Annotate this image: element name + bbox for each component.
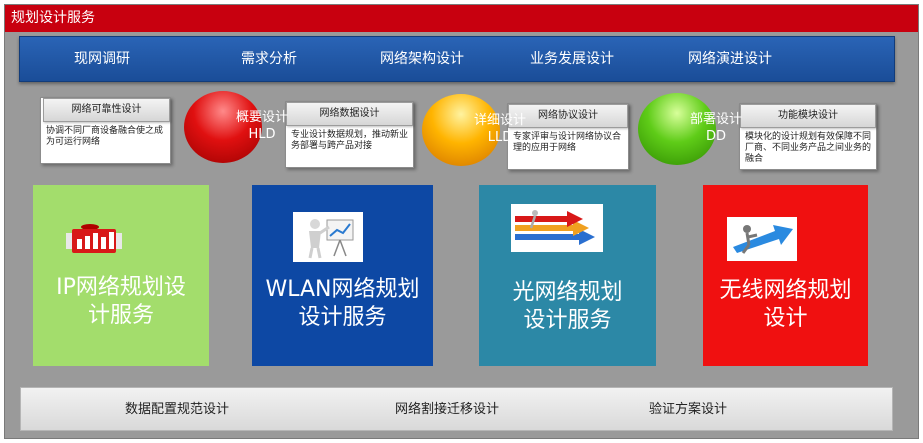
phase-item: 网络架构设计 bbox=[380, 51, 464, 67]
service-title: IP网络规划设 bbox=[56, 275, 186, 300]
bottom-item: 验证方案设计 bbox=[649, 402, 728, 417]
card-desc: 模块化的设计规划有效保障不同厂商、不同业务产品之间业务的融合 bbox=[745, 132, 872, 164]
phase-bar: 现网调研 需求分析 网络架构设计 业务发展设计 网络演进设计 bbox=[19, 36, 895, 82]
service-tile: IP网络规划设 计服务 bbox=[33, 185, 209, 366]
design-phase-orb: 部署设计 DD bbox=[638, 93, 742, 165]
service-title: 设计服务 bbox=[298, 305, 387, 330]
card-title: 网络可靠性设计 bbox=[43, 98, 170, 122]
bottom-item: 网络割接迁移设计 bbox=[395, 402, 500, 417]
bottom-item: 数据配置规范设计 bbox=[125, 402, 230, 417]
service-title: 光网络规划 bbox=[512, 280, 623, 305]
orb-code: LLD bbox=[487, 130, 513, 145]
service-title: WLAN网络规划 bbox=[265, 277, 420, 302]
service-title: 计服务 bbox=[87, 303, 154, 328]
presenter-icon bbox=[293, 212, 363, 262]
bar-chart-icon bbox=[64, 207, 124, 257]
page-title: 规划设计服务 bbox=[5, 5, 918, 32]
orb-label: 概要设计 bbox=[235, 110, 288, 125]
arrow-runner-icon bbox=[727, 217, 797, 261]
orb-label: 部署设计 bbox=[689, 112, 742, 127]
service-title: 设计服务 bbox=[523, 308, 612, 333]
orb-label: 详细设计 bbox=[473, 113, 526, 128]
service-title: 设计 bbox=[763, 306, 808, 331]
phase-item: 现网调研 bbox=[74, 51, 130, 67]
card-title: 功能模块设计 bbox=[740, 104, 876, 128]
orb-code: DD bbox=[705, 129, 727, 144]
service-tile: 无线网络规划 设计 bbox=[703, 185, 868, 366]
phase-item: 网络演进设计 bbox=[688, 51, 772, 67]
phase-item: 业务发展设计 bbox=[530, 51, 614, 67]
design-card: 网络可靠性设计 协调不同厂商设备融合使之成为可运行网络 bbox=[40, 97, 171, 164]
service-title: 无线网络规划 bbox=[719, 278, 852, 303]
design-phase-orb: 详细设计 LLD bbox=[422, 94, 526, 166]
design-card: 功能模块设计 模块化的设计规划有效保障不同厂商、不同业务产品之间业务的融合 bbox=[739, 103, 877, 170]
card-title: 网络数据设计 bbox=[286, 102, 413, 126]
card-desc: 协调不同厂商设备融合使之成为可运行网络 bbox=[46, 126, 164, 147]
arrows-icon bbox=[511, 204, 603, 252]
card-desc: 专业设计数据规划，推动新业务部署与跨产品对接 bbox=[291, 130, 409, 151]
design-card: 网络数据设计 专业设计数据规划，推动新业务部署与跨产品对接 bbox=[285, 101, 414, 168]
design-phase-orb: 概要设计 HLD bbox=[184, 91, 288, 163]
service-tile: WLAN网络规划 设计服务 bbox=[252, 185, 433, 366]
phase-item: 需求分析 bbox=[241, 51, 297, 67]
orb-code: HLD bbox=[248, 127, 276, 142]
diagram-frame: 规划设计服务 现网调研 需求分析 网络架构设计 业务发展设计 网络演进设计 网络… bbox=[4, 4, 919, 439]
service-tile: 光网络规划 设计服务 bbox=[479, 185, 656, 366]
bottom-bar: 数据配置规范设计 网络割接迁移设计 验证方案设计 bbox=[20, 387, 893, 431]
